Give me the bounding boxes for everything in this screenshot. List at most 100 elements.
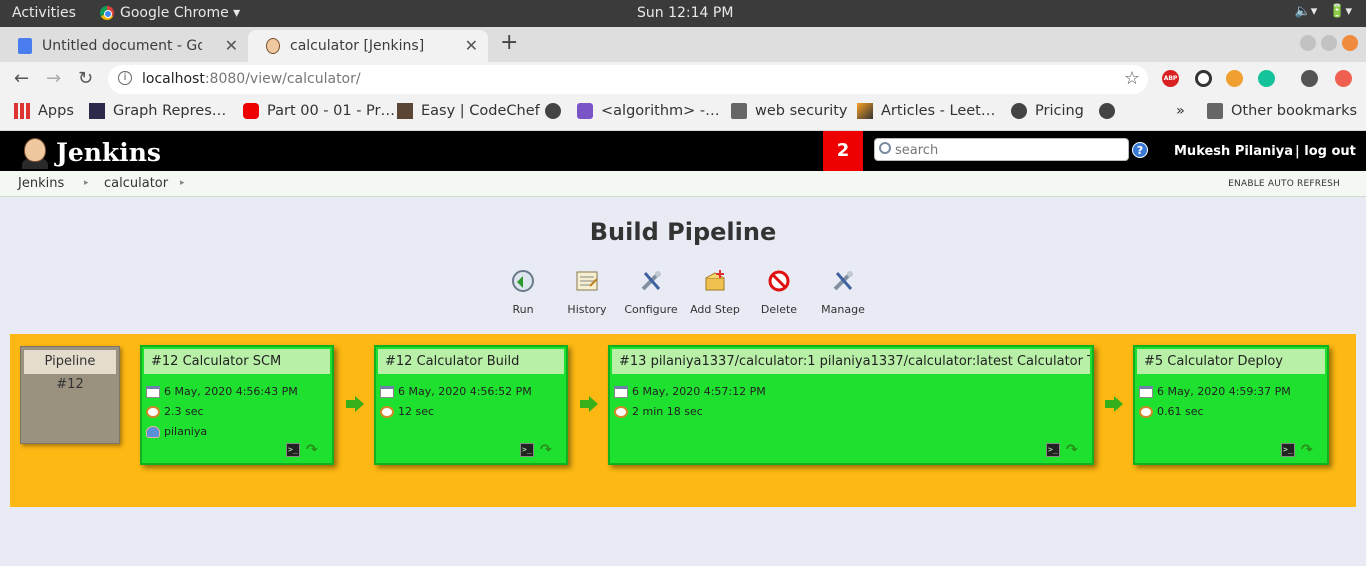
other-bookmarks[interactable]: Other bookmarks bbox=[1207, 103, 1357, 119]
user-link[interactable]: Mukesh Pilaniya bbox=[1174, 144, 1293, 159]
calendar-icon bbox=[614, 385, 628, 398]
app-name: Google Chrome ▾ bbox=[120, 5, 241, 21]
close-icon[interactable]: ✕ bbox=[465, 36, 478, 55]
build-title-link[interactable]: #5 Calculator Deploy bbox=[1137, 349, 1325, 374]
console-output-icon[interactable]: >_ bbox=[1281, 443, 1295, 457]
grammarly-icon[interactable] bbox=[1258, 70, 1275, 87]
battery-icon[interactable]: 🔋▾ bbox=[1329, 4, 1352, 19]
manage-button[interactable]: Manage bbox=[808, 268, 878, 316]
breadcrumb-separator-icon[interactable]: ▸ bbox=[84, 178, 89, 188]
google-docs-icon bbox=[18, 38, 32, 54]
build-card-calculator-build[interactable]: #12 Calculator Build 6 May, 2020 4:56:52… bbox=[374, 345, 568, 465]
bookmark-part-00[interactable]: Part 00 - 01 - Pr… bbox=[243, 103, 395, 119]
activities-button[interactable]: Activities bbox=[12, 5, 76, 21]
bookmarks-overflow-button[interactable]: » bbox=[1176, 103, 1185, 119]
bookmark-articles-leetcode[interactable]: Articles - Leet… bbox=[857, 103, 995, 119]
calendar-icon bbox=[146, 385, 160, 398]
bookmark-graph-repres[interactable]: Graph Repres… bbox=[89, 103, 226, 119]
youtube-icon bbox=[243, 103, 259, 119]
rerun-icon[interactable]: ↷ bbox=[1301, 443, 1317, 457]
extension-icon[interactable] bbox=[1195, 70, 1212, 87]
console-output-icon[interactable]: >_ bbox=[286, 443, 300, 457]
globe-icon bbox=[545, 103, 561, 119]
address-bar-row: ← → ↻ i localhost:8080/view/calculator/ … bbox=[0, 62, 1366, 95]
rerun-icon[interactable]: ↷ bbox=[1066, 443, 1082, 457]
add-step-button[interactable]: Add Step bbox=[680, 268, 750, 316]
tab-untitled-document[interactable]: Untitled document - Goog ✕ bbox=[0, 30, 248, 62]
bookmark-apps[interactable]: Apps bbox=[14, 103, 74, 119]
tab-calculator-jenkins[interactable]: calculator [Jenkins] ✕ bbox=[248, 30, 488, 62]
build-card-calculator-deploy[interactable]: #5 Calculator Deploy 6 May, 2020 4:59:37… bbox=[1133, 345, 1329, 465]
bookmark-star-icon[interactable]: ☆ bbox=[1124, 68, 1140, 89]
apps-grid-icon bbox=[14, 103, 30, 119]
breadcrumb-calculator[interactable]: calculator bbox=[104, 176, 168, 191]
bookmark-globe-2[interactable] bbox=[1099, 103, 1123, 119]
pipeline-arrow-icon bbox=[346, 396, 364, 412]
system-tray[interactable]: 🔈▾ 🔋▾ bbox=[1295, 4, 1352, 19]
adblock-plus-icon[interactable]: ABP bbox=[1162, 70, 1179, 87]
os-top-bar: Activities Google Chrome ▾ Sun 12:14 PM … bbox=[0, 0, 1366, 27]
rerun-icon[interactable]: ↷ bbox=[540, 443, 556, 457]
new-tab-button[interactable]: + bbox=[500, 30, 518, 55]
tab-title: calculator [Jenkins] bbox=[290, 38, 425, 54]
close-window-button[interactable] bbox=[1342, 35, 1358, 51]
pipeline-label: Pipeline bbox=[24, 350, 116, 374]
calendar-icon bbox=[380, 385, 394, 398]
logout-link[interactable]: | log out bbox=[1295, 144, 1356, 159]
search-input[interactable] bbox=[895, 141, 1120, 159]
notification-badge[interactable]: 2 bbox=[823, 131, 863, 171]
search-box[interactable] bbox=[874, 138, 1129, 161]
clock[interactable]: Sun 12:14 PM bbox=[637, 5, 733, 21]
url-field[interactable]: i localhost:8080/view/calculator/ ☆ bbox=[108, 65, 1148, 94]
rerun-icon[interactable]: ↷ bbox=[306, 443, 322, 457]
tab-strip: Untitled document - Goog ✕ calculator [J… bbox=[0, 27, 1366, 62]
build-card-calculator-test[interactable]: #13 pilaniya1337/calculator:1 pilaniya13… bbox=[608, 345, 1094, 465]
update-icon[interactable] bbox=[1335, 70, 1352, 87]
cplusplus-icon bbox=[577, 103, 593, 119]
calendar-icon bbox=[1139, 385, 1153, 398]
bookmark-globe-1[interactable] bbox=[545, 103, 569, 119]
breadcrumb-separator-icon[interactable]: ▸ bbox=[180, 178, 185, 188]
bookmark-pricing[interactable]: Pricing bbox=[1011, 103, 1084, 119]
build-title-link[interactable]: #12 Calculator Build bbox=[378, 349, 564, 374]
configure-button[interactable]: Configure bbox=[616, 268, 686, 316]
build-date: 6 May, 2020 4:57:12 PM bbox=[614, 385, 766, 398]
history-button[interactable]: History bbox=[552, 268, 622, 316]
console-output-icon[interactable]: >_ bbox=[1046, 443, 1060, 457]
run-button[interactable]: Run bbox=[488, 268, 558, 316]
volume-icon[interactable]: 🔈▾ bbox=[1295, 4, 1318, 19]
reload-icon[interactable]: ↻ bbox=[78, 68, 93, 89]
enable-auto-refresh-link[interactable]: ENABLE AUTO REFRESH bbox=[1228, 179, 1340, 189]
build-date: 6 May, 2020 4:59:37 PM bbox=[1139, 385, 1291, 398]
extension-fox-icon[interactable] bbox=[1226, 70, 1243, 87]
back-arrow-icon[interactable]: ← bbox=[14, 68, 29, 89]
app-menu[interactable]: Google Chrome ▾ bbox=[100, 5, 240, 21]
site-info-icon[interactable]: i bbox=[118, 71, 132, 85]
build-duration: 2.3 sec bbox=[146, 405, 204, 418]
bookmark-web-security[interactable]: web security bbox=[731, 103, 848, 119]
help-icon[interactable]: ? bbox=[1132, 142, 1148, 158]
jenkins-butler-icon bbox=[18, 135, 52, 169]
build-title-link[interactable]: #12 Calculator SCM bbox=[144, 349, 330, 374]
build-card-calculator-scm[interactable]: #12 Calculator SCM 6 May, 2020 4:56:43 P… bbox=[140, 345, 334, 465]
bookmark-codechef[interactable]: Easy | CodeChef bbox=[397, 103, 540, 119]
jenkins-header: Jenkins 2 ? Mukesh Pilaniya | log out bbox=[0, 131, 1366, 171]
leetcode-icon bbox=[857, 103, 873, 119]
profile-avatar[interactable] bbox=[1301, 70, 1318, 87]
breadcrumb-jenkins[interactable]: Jenkins bbox=[18, 176, 64, 191]
minimize-button[interactable] bbox=[1300, 35, 1316, 51]
maximize-button[interactable] bbox=[1321, 35, 1337, 51]
bookmark-algorithm[interactable]: <algorithm> -… bbox=[577, 103, 720, 119]
build-date: 6 May, 2020 4:56:43 PM bbox=[146, 385, 298, 398]
delete-button[interactable]: Delete bbox=[744, 268, 814, 316]
build-title-link[interactable]: #13 pilaniya1337/calculator:1 pilaniya13… bbox=[612, 349, 1090, 374]
close-icon[interactable]: ✕ bbox=[225, 36, 238, 55]
window-controls bbox=[1300, 35, 1358, 51]
console-output-icon[interactable]: >_ bbox=[520, 443, 534, 457]
forward-arrow-icon[interactable]: → bbox=[46, 68, 61, 89]
add-step-icon bbox=[702, 268, 728, 294]
jenkins-logo[interactable]: Jenkins bbox=[18, 135, 161, 169]
page-title: Build Pipeline bbox=[589, 218, 777, 246]
build-duration: 2 min 18 sec bbox=[614, 405, 703, 418]
manage-icon bbox=[830, 268, 856, 294]
